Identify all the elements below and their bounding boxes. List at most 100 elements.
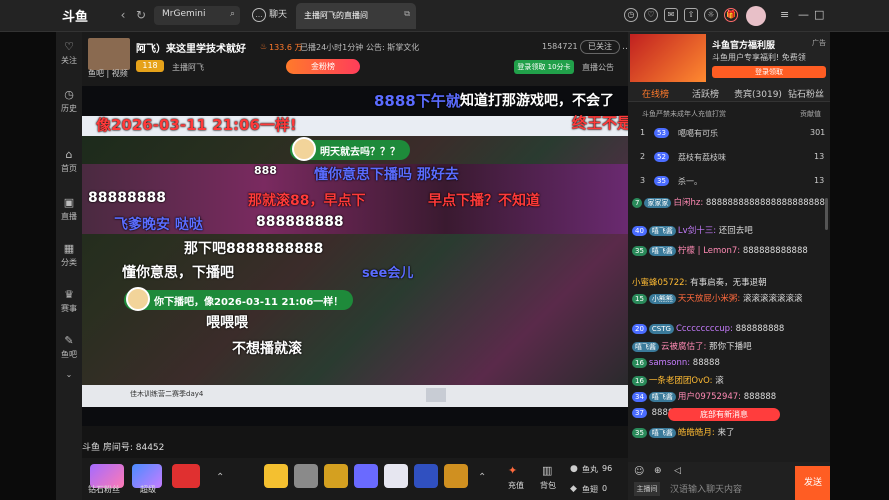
search-box[interactable]: MrGemini ⌕ — [154, 6, 240, 25]
gift-icon[interactable] — [324, 464, 348, 488]
gift-icon[interactable] — [384, 464, 408, 488]
upload-icon[interactable]: ⇧ — [684, 8, 698, 22]
chat-message[interactable]: 35 嘻飞酱 柠檬 | Lemon7: 888888888888 — [632, 244, 828, 256]
rank-score: 301 — [810, 128, 826, 137]
tab-close-icon[interactable]: ⧉ — [404, 9, 410, 19]
heart-icon[interactable]: ♡ — [644, 8, 658, 22]
level-badge: 40 — [632, 226, 647, 236]
backpack-label[interactable]: 背包 — [540, 480, 556, 491]
gift-icon[interactable] — [354, 464, 378, 488]
chat-message[interactable]: 16 一条老团团OvO: 滚 — [632, 374, 828, 386]
level-badge: 16 — [632, 358, 647, 368]
chat-nick[interactable]: 云被腐估了: — [661, 342, 706, 352]
send-button[interactable]: 发送 — [795, 466, 831, 500]
megaphone-icon[interactable]: ◁ — [674, 466, 681, 476]
follow-button[interactable]: 已关注 — [580, 40, 620, 54]
backpack-icon[interactable]: ▥ — [542, 464, 552, 477]
chat-message[interactable]: 35 嘻飞酱 皓皓皓月: 来了 — [632, 426, 828, 438]
gift-icon[interactable] — [294, 464, 318, 488]
chat-message[interactable]: 40 嘻飞酱 Lv剑十三: 还回去吧 — [632, 224, 828, 236]
sidebar-item-live[interactable]: ▣ 直播 — [56, 196, 82, 222]
rank-row[interactable]: 2 52 荔枝有荔枝味 13 — [628, 152, 830, 170]
clock-icon[interactable]: ◷ — [624, 8, 638, 22]
chat-nick[interactable]: 皓皓皓月: — [678, 428, 715, 438]
red-packet-icon[interactable] — [172, 464, 200, 488]
tab-vip[interactable]: 贵宾(3019) — [734, 87, 782, 100]
rank-row[interactable]: 1 53 噶噶有可乐 301 — [628, 128, 830, 146]
ad-cta-button[interactable]: 登录领取 — [712, 66, 826, 78]
streamer-avatar[interactable] — [88, 38, 130, 70]
chat-nick[interactable]: 白闲hz: — [673, 198, 703, 208]
video-player[interactable]: 佳木训练营二赛季day4 8888下午就 知道打那游戏吧，不会了 像2026-03-… — [82, 86, 628, 426]
tab-online-rank[interactable]: 在线榜 — [642, 87, 669, 100]
chevron-up-icon[interactable]: ⌃ — [478, 472, 486, 483]
menu-icon[interactable]: ≡ — [780, 8, 789, 21]
sidebar-item-fishbar[interactable]: ✎ 鱼吧 — [56, 334, 82, 360]
chat-message[interactable]: 15 小熊熊 天天放屁小米粥: 滚滚滚滚滚滚滚 — [632, 292, 828, 306]
gift-icon[interactable] — [414, 464, 438, 488]
fan-rank-button[interactable]: 金粉榜 — [286, 59, 360, 74]
user-avatar[interactable] — [746, 6, 766, 26]
streamer-mode-button[interactable]: 主播间 — [634, 482, 660, 496]
tab-active-rank[interactable]: 活跃榜 — [692, 87, 719, 100]
sidebar-item-home[interactable]: ⌂ 首页 — [56, 148, 82, 174]
minimize-icon[interactable]: — — [798, 8, 809, 21]
tab-diamond-fans[interactable]: 钻石粉丝 — [788, 87, 824, 100]
chevron-up-icon[interactable]: ⌃ — [216, 472, 224, 483]
tools-icon[interactable]: ☼ — [704, 8, 718, 22]
chat-nick[interactable]: 柠檬 | Lemon7: — [678, 246, 740, 256]
chat-nick[interactable]: samsonn: — [649, 358, 690, 368]
chat-nick[interactable]: 一条老团团OvO: — [649, 376, 713, 386]
rank-score: 13 — [814, 176, 825, 185]
message-icon[interactable]: ✉ — [664, 8, 678, 22]
at-icon[interactable]: ⊕ — [654, 466, 662, 476]
emoji-icon[interactable]: ☺ — [634, 466, 644, 477]
tab-live-room[interactable]: 主播阿飞的直播间 ⧉ — [296, 3, 416, 29]
stream-button — [426, 388, 446, 402]
top-bar: 斗鱼 ‹ ↻ MrGemini ⌕ … 聊天 主播阿飞的直播间 ⧉ ◷ ♡ ✉ ⇧ ☼… — [0, 0, 889, 32]
gift-icon[interactable]: 🎁 — [724, 8, 738, 22]
chat-message[interactable]: 34 嘻飞酱 用户09752947: 888888 — [632, 390, 828, 402]
recharge-label[interactable]: 充值 — [508, 480, 524, 491]
chat-nav[interactable]: … 聊天 — [252, 6, 290, 25]
chat-scrollbar[interactable] — [825, 198, 828, 230]
sidebar-item-esports[interactable]: ♛ 赛事 — [56, 288, 82, 314]
recharge-icon[interactable]: ✦ — [508, 464, 517, 477]
refresh-icon[interactable]: ↻ — [134, 8, 148, 22]
ad-banner[interactable]: 斗鱼官方福利服 广告 斗鱼用户专享福利! 免费领 登录领取 — [628, 32, 830, 84]
gift-icon[interactable] — [444, 464, 468, 488]
chat-nick[interactable]: 用户09752947: — [678, 392, 741, 402]
fish-ball-label: 鱼丸 — [582, 465, 598, 474]
sidebar-item-category[interactable]: ▦ 分类 — [56, 242, 82, 268]
level-badge: 16 — [632, 376, 647, 386]
chat-message[interactable]: 16 samsonn: 88888 — [632, 358, 828, 368]
rank-row[interactable]: 3 35 杀一。 13 — [628, 176, 830, 194]
level-badge: 15 — [632, 294, 647, 304]
maximize-icon[interactable]: □ — [814, 8, 824, 21]
chat-nick[interactable]: 天天放屁小米粥: — [678, 294, 740, 304]
chat-message[interactable]: 7 家家家 白闲hz: 8888888888888888888888 — [632, 196, 828, 210]
back-icon[interactable]: ‹ — [116, 8, 130, 22]
chat-nick[interactable]: Lv剑十三: — [678, 226, 716, 236]
chat-nick[interactable]: 小蜜蜂05722: — [632, 278, 687, 288]
login-reward-button[interactable]: 登录领取 10分卡 — [514, 60, 574, 74]
chevron-down-icon[interactable]: ⌄ — [56, 370, 82, 379]
rank-name: 杀一。 — [678, 177, 702, 186]
new-message-button[interactable]: 底部有新消息 — [668, 408, 780, 421]
sidebar-item-history[interactable]: ◷ 历史 — [56, 88, 82, 114]
chat-nick[interactable]: Cccccccccup: — [676, 324, 733, 334]
chat-message[interactable]: 20 CSTG Cccccccccup: 888888888 — [632, 324, 828, 334]
chat-message[interactable]: 小蜜蜂05722: 有事启奏，无事退朝 — [632, 276, 828, 288]
sidebar-label: 鱼吧 — [61, 350, 77, 359]
chat-message[interactable]: 嘻飞酱 云被腐估了: 那你下播吧 — [632, 340, 828, 352]
douyu-logo[interactable]: 斗鱼 — [62, 6, 104, 25]
live-notice[interactable]: 直播公告 — [582, 62, 614, 73]
search-icon[interactable]: ⌕ — [230, 9, 235, 19]
chat-bubble: 明天就去吗？？？ — [290, 137, 410, 161]
sidebar-label: 分类 — [61, 258, 77, 267]
rank-number: 1 — [640, 128, 646, 137]
chat-input[interactable]: 汉语输入聊天内容 — [670, 482, 742, 495]
fish-bar-link[interactable]: 鱼吧 | 视频 — [88, 68, 128, 79]
gift-icon[interactable] — [264, 464, 288, 488]
sidebar-item-follow[interactable]: ♡ 关注 — [56, 40, 82, 66]
